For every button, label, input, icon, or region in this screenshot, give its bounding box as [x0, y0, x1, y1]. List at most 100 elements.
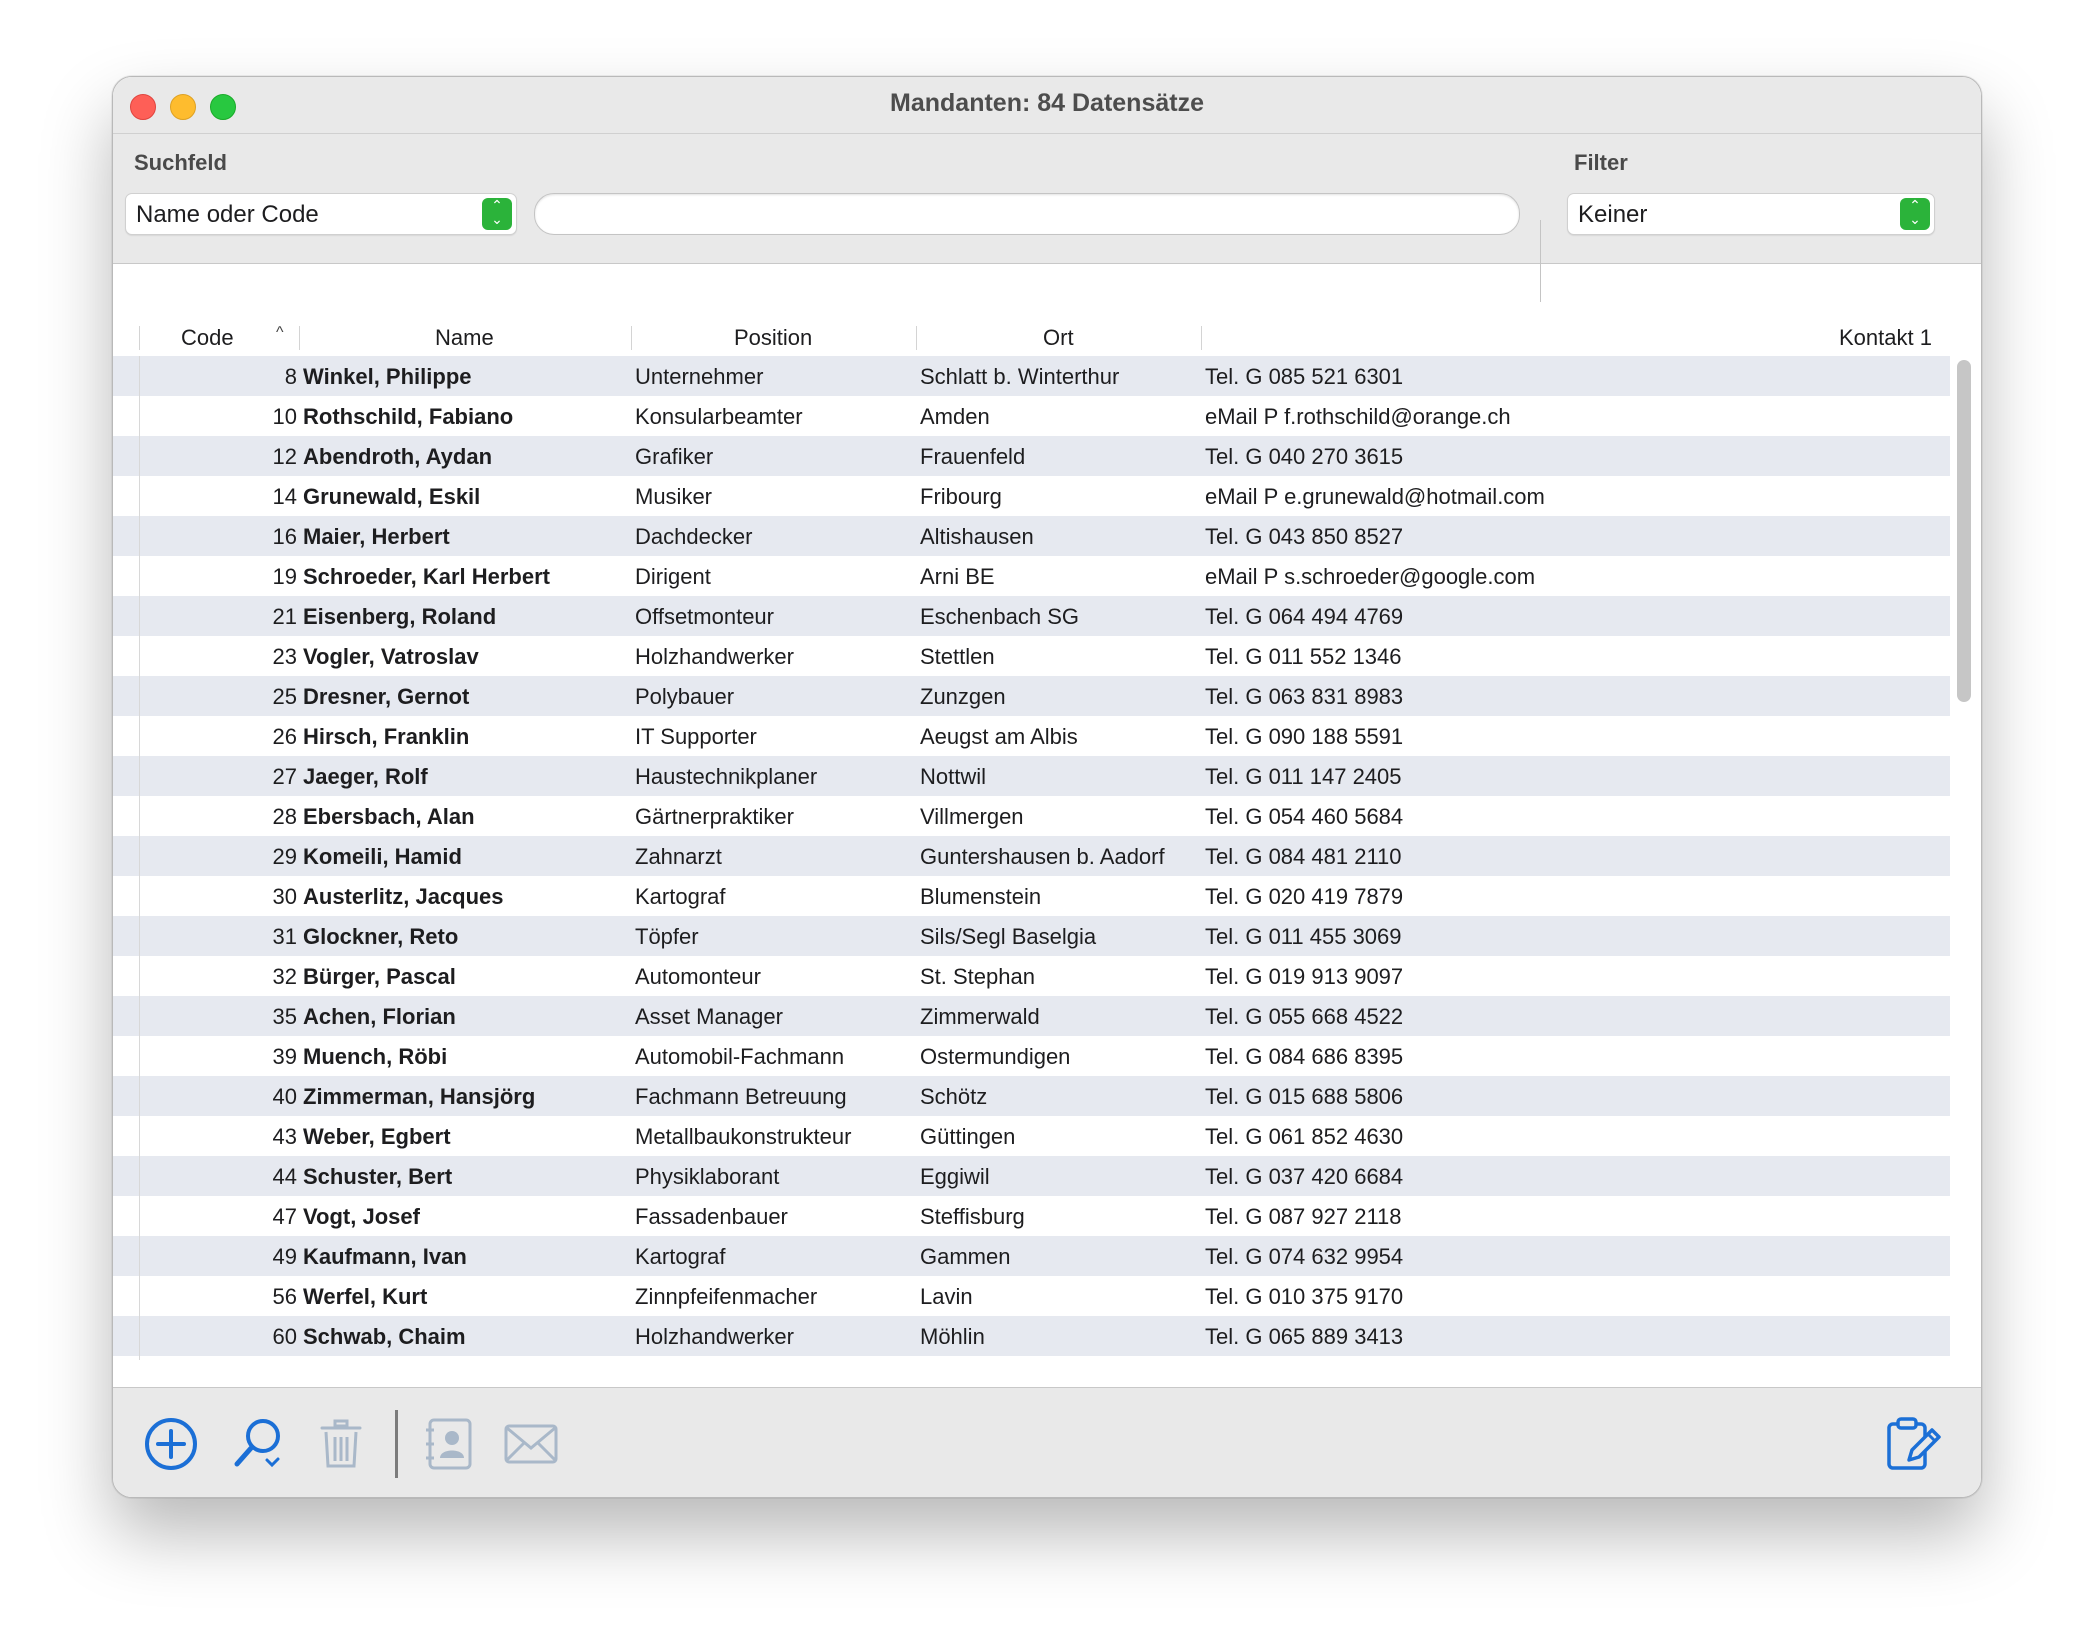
kontakt-cell: Tel. G 043 850 8527 — [1205, 524, 1404, 549]
ort-cell: Eggiwil — [920, 1164, 990, 1189]
code-cell: 39 — [272, 1044, 297, 1069]
address-book-button[interactable] — [421, 1416, 477, 1472]
kontakt-cell: Tel. G 064 494 4769 — [1205, 604, 1404, 629]
column-header-position[interactable]: Position — [734, 325, 812, 351]
send-mail-button[interactable] — [503, 1416, 559, 1472]
column-divider[interactable] — [916, 326, 917, 350]
delete-record-button[interactable] — [313, 1416, 369, 1472]
name-cell: Komeili, Hamid — [303, 844, 462, 869]
search-field-select[interactable]: Name oder Code ⌃ ⌄ — [125, 193, 517, 235]
trash-icon — [320, 1419, 362, 1468]
search-input[interactable] — [534, 193, 1520, 235]
position-cell: Fachmann Betreuung — [635, 1084, 847, 1109]
ort-cell: Aeugst am Albis — [920, 724, 1078, 749]
name-cell: Winkel, Philippe — [303, 364, 472, 389]
ort-cell: Guntershausen b. Aadorf — [920, 844, 1165, 869]
code-cell: 16 — [272, 524, 297, 549]
name-cell: Achen, Florian — [303, 1004, 456, 1029]
ort-cell: Frauenfeld — [920, 444, 1026, 469]
table-row[interactable]: 29 Komeili, Hamid Zahnarzt Guntershausen b.… — [113, 836, 1950, 876]
code-cell: 14 — [272, 484, 297, 509]
table-row[interactable]: 40 Zimmerman, Hansjörg Fachmann Betreuung S… — [113, 1076, 1950, 1116]
table-row[interactable]: 56 Werfel, Kurt Zinnpfeifenmacher Lavin Tel.… — [113, 1276, 1950, 1316]
table-row[interactable]: 49 Kaufmann, Ivan Kartograf Gammen Tel. G 07… — [113, 1236, 1950, 1276]
table-row[interactable]: 25 Dresner, Gernot Polybauer Zunzgen Tel. G … — [113, 676, 1950, 716]
ort-cell: Schlatt b. Winterthur — [920, 364, 1120, 389]
kontakt-cell: Tel. G 040 270 3615 — [1205, 444, 1404, 469]
kontakt-cell: eMail P s.schroeder@google.com — [1205, 564, 1536, 589]
position-cell: Konsularbeamter — [635, 404, 803, 429]
ort-cell: Blumenstein — [920, 884, 1042, 909]
table-row[interactable]: 10 Rothschild, Fabiano Konsularbeamter Amde… — [113, 396, 1950, 436]
name-cell: Abendroth, Aydan — [303, 444, 493, 469]
table-row[interactable]: 27 Jaeger, Rolf Haustechnikplaner Nottwil Te… — [113, 756, 1950, 796]
add-record-button[interactable] — [143, 1416, 199, 1472]
table-row[interactable]: 21 Eisenberg, Roland Offsetmonteur Eschenba… — [113, 596, 1950, 636]
table-row[interactable]: 47 Vogt, Josef Fassadenbauer Steffisburg Tel… — [113, 1196, 1950, 1236]
search-icon — [234, 1419, 280, 1468]
position-cell: Fassadenbauer — [635, 1204, 788, 1229]
table-row[interactable]: 35 Achen, Florian Asset Manager Zimmerwald T… — [113, 996, 1950, 1036]
name-cell: Kaufmann, Ivan — [303, 1244, 467, 1269]
ort-cell: Möhlin — [920, 1324, 985, 1349]
filter-label: Filter — [1574, 150, 1628, 175]
search-field-label: Suchfeld — [134, 150, 227, 175]
position-cell: Offsetmonteur — [635, 604, 774, 629]
kontakt-cell: Tel. G 065 889 3413 — [1205, 1324, 1404, 1349]
code-cell: 10 — [272, 404, 297, 429]
table-row[interactable]: 32 Bürger, Pascal Automonteur St. Stephan Te… — [113, 956, 1950, 996]
table-row[interactable]: 31 Glockner, Reto Töpfer Sils/Segl Baselgia… — [113, 916, 1950, 956]
code-cell: 47 — [272, 1204, 297, 1229]
position-cell: Töpfer — [635, 924, 699, 949]
name-cell: Eisenberg, Roland — [303, 604, 497, 629]
table-row[interactable]: 19 Schroeder, Karl Herbert Dirigent Arni BE… — [113, 556, 1950, 596]
kontakt-cell: Tel. G 063 831 8983 — [1205, 684, 1404, 709]
position-cell: Zahnarzt — [635, 844, 722, 869]
vertical-scrollbar[interactable] — [1957, 360, 1971, 702]
column-header-name[interactable]: Name — [435, 325, 494, 351]
table-row[interactable]: 30 Austerlitz, Jacques Kartograf Blumenstei… — [113, 876, 1950, 916]
ort-cell: Amden — [920, 404, 990, 429]
bottom-bar-divider — [395, 1410, 398, 1478]
table-row[interactable]: 43 Weber, Egbert Metallbaukonstrukteur Gütt… — [113, 1116, 1950, 1156]
table-row[interactable]: 12 Abendroth, Aydan Grafiker Frauenfeld Tel.… — [113, 436, 1950, 476]
edit-clipboard-icon — [1887, 1417, 1941, 1470]
table-row[interactable]: 68Maurer, DemetrioPolizistRieden AGTel. … — [113, 1356, 1950, 1360]
column-header-kontakt[interactable]: Kontakt 1 — [1839, 325, 1932, 351]
table-row[interactable]: 23 Vogler, Vatroslav Holzhandwerker Stettle… — [113, 636, 1950, 676]
kontakt-cell: eMail P f.rothschild@orange.ch — [1205, 404, 1511, 429]
table-row[interactable]: 44 Schuster, Bert Physiklaborant Eggiwil Tel… — [113, 1156, 1950, 1196]
position-cell: IT Supporter — [635, 724, 757, 749]
column-divider[interactable] — [1201, 326, 1202, 350]
table-row[interactable]: 26 Hirsch, Franklin IT Supporter Aeugst am … — [113, 716, 1950, 756]
table-row[interactable]: 16 Maier, Herbert Dachdecker Altishausen Tel… — [113, 516, 1950, 556]
table-row[interactable]: 28 Ebersbach, Alan Gärtnerpraktiker Villmer… — [113, 796, 1950, 836]
column-divider[interactable] — [299, 326, 300, 350]
kontakt-cell: Tel. G 090 188 5591 — [1205, 724, 1404, 749]
column-header-code[interactable]: Code — [181, 325, 234, 351]
ort-cell: Fribourg — [920, 484, 1002, 509]
kontakt-cell: eMail P e.grunewald@hotmail.com — [1205, 484, 1545, 509]
bottom-action-bar — [113, 1387, 1981, 1497]
kontakt-cell: Tel. G 011 147 2405 — [1205, 764, 1402, 789]
table-row[interactable]: 39 Muench, Röbi Automobil-Fachmann Ostermun… — [113, 1036, 1950, 1076]
search-records-button[interactable] — [231, 1416, 287, 1472]
code-cell: 43 — [272, 1124, 297, 1149]
filter-select[interactable]: Keiner ⌃ ⌄ — [1567, 193, 1935, 235]
code-cell: 60 — [272, 1324, 297, 1349]
kontakt-cell: Tel. G 020 419 7879 — [1205, 884, 1404, 909]
position-cell: Kartograf — [635, 884, 726, 909]
search-field-select-value: Name oder Code — [136, 201, 319, 228]
code-cell: 31 — [272, 924, 297, 949]
table-row[interactable]: 14 Grunewald, Eskil Musiker Fribourg eMail P… — [113, 476, 1950, 516]
table-row[interactable]: 60 Schwab, Chaim Holzhandwerker Möhlin Tel. … — [113, 1316, 1950, 1356]
edit-record-button[interactable] — [1885, 1416, 1941, 1472]
column-divider[interactable] — [631, 326, 632, 350]
code-cell: 25 — [272, 684, 297, 709]
column-header-ort[interactable]: Ort — [1043, 325, 1074, 351]
mail-icon — [504, 1424, 558, 1464]
table-row[interactable]: 8 Winkel, Philippe Unternehmer Schlatt b. W… — [113, 356, 1950, 396]
name-cell: Hirsch, Franklin — [303, 724, 470, 749]
position-cell: Asset Manager — [635, 1004, 783, 1029]
kontakt-cell: Tel. G 054 460 5684 — [1205, 804, 1404, 829]
